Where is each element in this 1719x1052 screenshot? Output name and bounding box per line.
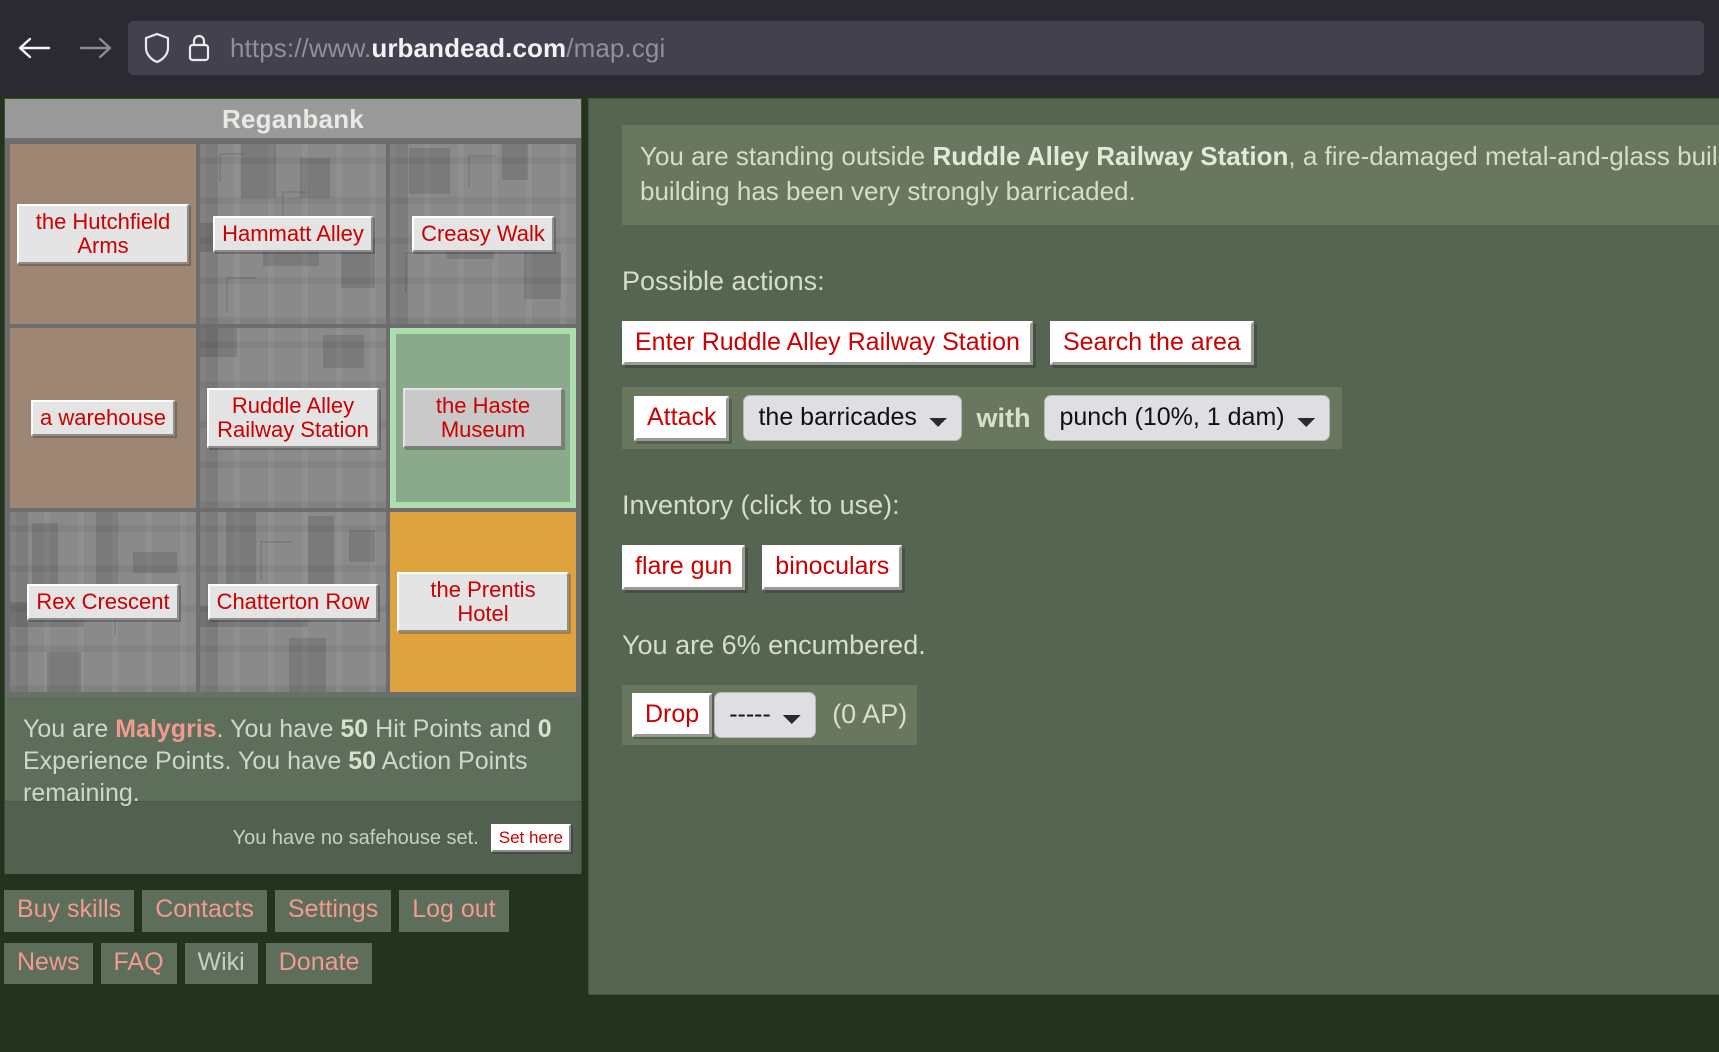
nav-news[interactable]: News bbox=[4, 943, 93, 985]
nav-contacts[interactable]: Contacts bbox=[142, 890, 267, 932]
attack-button[interactable]: Attack bbox=[634, 396, 729, 440]
main-content-panel: You are standing outside Ruddle Alley Ra… bbox=[588, 98, 1719, 995]
description-location-name: Ruddle Alley Railway Station bbox=[933, 141, 1289, 171]
map-cell-the-haste-museum[interactable]: the Haste Museum bbox=[390, 328, 576, 508]
status-prefix: You are bbox=[23, 715, 115, 743]
drop-item-select[interactable]: ----- bbox=[714, 692, 816, 738]
map-cell-ruddle-alley-railway-station[interactable]: Ruddle Alley Railway Station bbox=[200, 328, 386, 508]
status-mid1: . You have bbox=[217, 715, 341, 743]
description-pre: You are standing outside bbox=[640, 141, 933, 171]
map-cell-hammatt-alley[interactable]: Hammatt Alley bbox=[200, 144, 386, 324]
map-cell-label[interactable]: the Haste Museum bbox=[403, 388, 563, 448]
player-name: Malygris bbox=[115, 715, 216, 743]
shield-icon[interactable] bbox=[142, 31, 172, 65]
browser-nav-buttons bbox=[0, 0, 130, 95]
attack-form-group: Attack the barricades with punch (10%, 1… bbox=[622, 387, 1342, 449]
drop-row: Drop ----- (0 AP) bbox=[622, 685, 1719, 745]
encumbrance-text: You are 6% encumbered. bbox=[622, 630, 1719, 661]
attack-row: Attack the barricades with punch (10%, 1… bbox=[622, 387, 1719, 449]
url-domain: urbandead.com bbox=[371, 33, 566, 63]
map-cell-label[interactable]: a warehouse bbox=[31, 400, 175, 436]
status-mid3: Experience Points. You have bbox=[23, 747, 348, 775]
url-prefix: https://www. bbox=[230, 33, 371, 63]
map-title: Reganbank bbox=[5, 99, 581, 139]
safehouse-status-text: You have no safehouse set. bbox=[233, 827, 479, 850]
map-cell-label[interactable]: Rex Crescent bbox=[27, 584, 178, 620]
map-cell-label[interactable]: Chatterton Row bbox=[208, 584, 379, 620]
drop-button[interactable]: Drop bbox=[632, 693, 712, 737]
url-bar[interactable]: https://www.urbandead.com/map.cgi bbox=[128, 21, 1704, 75]
map-cell-creasy-walk[interactable]: Creasy Walk bbox=[390, 144, 576, 324]
map-cell-label[interactable]: the Prentis Hotel bbox=[397, 572, 568, 632]
page-body: Reganbank the Hutchfield Arms Hammatt Al… bbox=[0, 95, 1719, 1052]
status-mid2: Hit Points and bbox=[368, 715, 538, 743]
with-label: with bbox=[976, 403, 1030, 434]
padlock-icon[interactable] bbox=[186, 31, 216, 65]
map-cell-rex-crescent[interactable]: Rex Crescent bbox=[10, 512, 196, 692]
nav-log-out[interactable]: Log out bbox=[399, 890, 508, 932]
search-area-button[interactable]: Search the area bbox=[1050, 321, 1254, 365]
nav-faq[interactable]: FAQ bbox=[101, 943, 177, 985]
nav-buy-skills[interactable]: Buy skills bbox=[4, 890, 134, 932]
forward-arrow-icon[interactable] bbox=[76, 28, 116, 68]
map-cell-a-warehouse[interactable]: a warehouse bbox=[10, 328, 196, 508]
inventory-row: flare gun binoculars bbox=[622, 545, 1719, 589]
map-cell-label[interactable]: Creasy Walk bbox=[412, 216, 554, 252]
drop-form-group: Drop ----- (0 AP) bbox=[622, 685, 917, 745]
set-safehouse-here-button[interactable]: Set here bbox=[491, 824, 571, 852]
inventory-heading: Inventory (click to use): bbox=[622, 490, 1719, 521]
drop-ap-cost: (0 AP) bbox=[832, 699, 907, 730]
safehouse-bar: You have no safehouse set. Set here bbox=[5, 802, 581, 874]
experience-points-value: 0 bbox=[538, 715, 552, 743]
action-buttons-row: Enter Ruddle Alley Railway Station Searc… bbox=[622, 321, 1719, 365]
attack-weapon-select[interactable]: punch (10%, 1 dam) bbox=[1044, 395, 1330, 441]
inventory-item-binoculars[interactable]: binoculars bbox=[762, 545, 902, 589]
enter-building-button[interactable]: Enter Ruddle Alley Railway Station bbox=[622, 321, 1033, 365]
map-panel: Reganbank the Hutchfield Arms Hammatt Al… bbox=[4, 98, 582, 873]
nav-settings[interactable]: Settings bbox=[275, 890, 391, 932]
map-cell-the-prentis-hotel[interactable]: the Prentis Hotel bbox=[390, 512, 576, 692]
attack-target-select[interactable]: the barricades bbox=[743, 395, 962, 441]
hit-points-value: 50 bbox=[340, 715, 368, 743]
map-grid: the Hutchfield Arms Hammatt Alley bbox=[5, 139, 581, 697]
map-cell-label[interactable]: Ruddle Alley Railway Station bbox=[207, 388, 378, 448]
map-cell-chatterton-row[interactable]: Chatterton Row bbox=[200, 512, 386, 692]
bottom-nav-row-1: Buy skills Contacts Settings Log out bbox=[4, 890, 582, 932]
back-arrow-icon[interactable] bbox=[14, 28, 54, 68]
nav-wiki[interactable]: Wiki bbox=[185, 943, 258, 985]
map-cell-hutchfield-arms[interactable]: the Hutchfield Arms bbox=[10, 144, 196, 324]
inventory-item-flare-gun[interactable]: flare gun bbox=[622, 545, 745, 589]
url-text: https://www.urbandead.com/map.cgi bbox=[230, 35, 665, 61]
bottom-nav-row-2: News FAQ Wiki Donate bbox=[4, 943, 582, 985]
nav-donate[interactable]: Donate bbox=[266, 943, 373, 985]
browser-chrome: https://www.urbandead.com/map.cgi bbox=[0, 0, 1719, 95]
possible-actions-heading: Possible actions: bbox=[622, 266, 1719, 297]
location-description: You are standing outside Ruddle Alley Ra… bbox=[622, 125, 1719, 225]
bottom-nav: Buy skills Contacts Settings Log out New… bbox=[4, 890, 582, 995]
url-path: /map.cgi bbox=[566, 33, 665, 63]
map-cell-label[interactable]: Hammatt Alley bbox=[213, 216, 373, 252]
action-points-value: 50 bbox=[348, 747, 376, 775]
player-status: You are Malygris. You have 50 Hit Points… bbox=[5, 697, 581, 802]
map-cell-label[interactable]: the Hutchfield Arms bbox=[17, 204, 188, 264]
